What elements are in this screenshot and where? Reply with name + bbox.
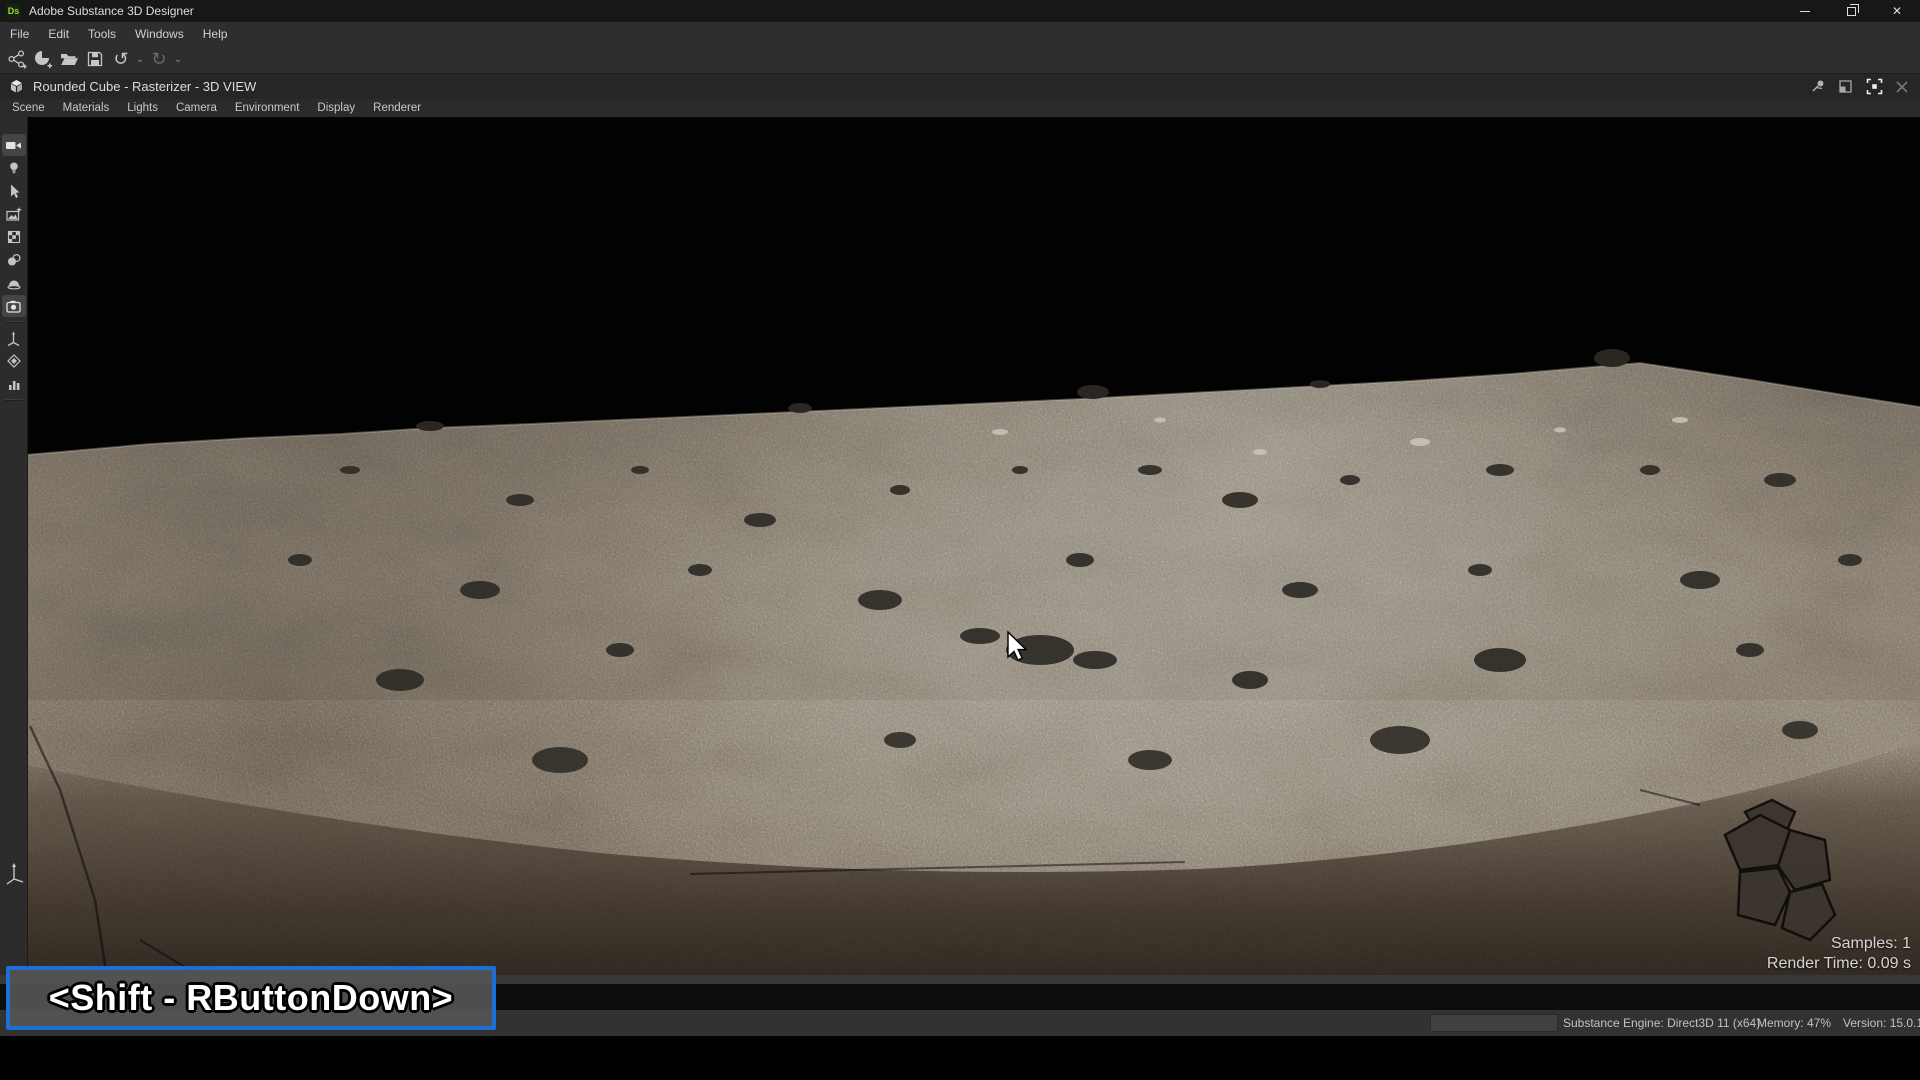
engine-label: Substance Engine: Direct3D 11 (x64) [1563,1016,1760,1030]
menu-file[interactable]: File [10,27,29,41]
chevron-down-icon: ⌄ [136,54,144,65]
texture-checker-icon [6,229,22,245]
version-label: Version: 15.0.1 [1843,1016,1920,1030]
menu-environment[interactable]: Environment [235,102,300,114]
tool-separator [5,321,23,323]
expand-view-icon[interactable] [1865,77,1884,96]
keycast-overlay: <Shift - RButtonDown> [6,966,496,1030]
select-tool[interactable] [2,180,26,202]
render-time-label: Render Time: 0.09 s [1767,954,1911,974]
new-package-button[interactable] [4,47,30,71]
samples-label: Samples: 1 [1767,934,1911,954]
panel-title: Rounded Cube - Rasterizer - 3D VIEW [33,79,256,94]
open-button[interactable] [56,47,82,71]
tool-separator [5,399,23,401]
menu-tools[interactable]: Tools [88,27,116,41]
menu-materials[interactable]: Materials [63,102,110,114]
video-camera-icon [5,137,22,154]
keycast-text: <Shift - RButtonDown> [49,977,453,1019]
environment-image-icon [5,206,22,223]
viewport-3d[interactable]: Samples: 1 Render Time: 0.09 s [0,117,1920,975]
chevron-down-icon: ⌄ [174,54,182,65]
memory-label: Memory: 47% [1757,1016,1831,1030]
titlebar: Ds Adobe Substance 3D Designer ✕ [0,0,1920,22]
material-tool[interactable] [2,249,26,271]
stats-tool[interactable] [2,373,26,395]
bottom-strip [0,1036,1920,1080]
dome-light-icon [6,275,22,291]
minimize-button[interactable] [1782,0,1828,22]
render-camera-icon [5,298,22,315]
menu-lights[interactable]: Lights [127,102,158,114]
cracked-plates [1725,800,1835,940]
menu-renderer[interactable]: Renderer [373,102,421,114]
menu-help[interactable]: Help [203,27,228,41]
terrain-surface [0,350,1920,975]
redo-button[interactable]: ↻ [146,47,172,71]
rocks [288,464,1862,773]
sky [0,117,1920,975]
axis-gizmo-icon [5,330,22,347]
undo-history-button[interactable]: ⌄ [134,47,146,71]
cursor-arrow-icon [6,183,22,199]
surface-seams [30,726,1700,975]
restore-button[interactable] [1828,0,1874,22]
redo-history-button[interactable]: ⌄ [172,47,184,71]
window-title: Adobe Substance 3D Designer [29,4,194,18]
viewport-tool-strip [0,117,28,975]
save-button[interactable] [82,47,108,71]
pin-icon[interactable] [1809,78,1827,96]
panel-header-3d-view[interactable]: Rounded Cube - Rasterizer - 3D VIEW [0,74,1920,99]
horizon-rocks [416,349,1630,431]
save-icon [85,49,105,69]
menu-camera[interactable]: Camera [176,102,217,114]
close-icon: ✕ [1892,5,1902,17]
new-graph-button[interactable] [30,47,56,71]
restore-icon [1847,7,1856,16]
menu-windows[interactable]: Windows [135,27,184,41]
minimize-icon [1800,11,1810,12]
texture-tool[interactable] [2,226,26,248]
video-camera-tool[interactable] [2,134,26,156]
window-controls: ✕ [1782,0,1920,22]
float-panel-icon[interactable] [1837,78,1855,96]
light-pebbles [992,417,1688,455]
stats-bars-icon [6,376,22,392]
viewport-axis-icon [4,861,28,887]
menu-display[interactable]: Display [317,102,355,114]
menu-scene[interactable]: Scene [12,102,45,114]
close-panel-icon[interactable] [1894,79,1910,95]
horizon-rim [0,363,1920,457]
render-stats: Samples: 1 Render Time: 0.09 s [1767,934,1911,973]
redo-icon: ↻ [151,49,166,70]
mouse-cursor [1008,632,1026,660]
progress-placeholder [1430,1014,1558,1032]
new-graph-icon [33,49,53,69]
new-package-icon [7,49,27,69]
render-camera-tool[interactable] [2,295,26,317]
cube-front-face [0,741,1920,975]
cube-icon [8,78,25,95]
dome-tool[interactable] [2,272,26,294]
material-spheres-icon [6,252,22,268]
light-bulb-icon [6,160,22,176]
menu-edit[interactable]: Edit [48,27,69,41]
undo-button[interactable]: ↺ [108,47,134,71]
environment-tool[interactable] [2,203,26,225]
terrain-render [0,117,1920,975]
close-button[interactable]: ✕ [1874,0,1920,22]
open-folder-icon [59,49,79,69]
main-toolbar: ↺ ⌄ ↻ ⌄ [0,45,1920,74]
app-logo-icon: Ds [6,4,21,19]
wireframe-diamond-icon [6,353,22,369]
gizmo-tool[interactable] [2,327,26,349]
light-tool[interactable] [2,157,26,179]
wireframe-tool[interactable] [2,350,26,372]
panel-menubar: Scene Materials Lights Camera Environmen… [0,99,1920,117]
menubar: File Edit Tools Windows Help [0,22,1920,45]
undo-icon: ↺ [113,49,128,70]
